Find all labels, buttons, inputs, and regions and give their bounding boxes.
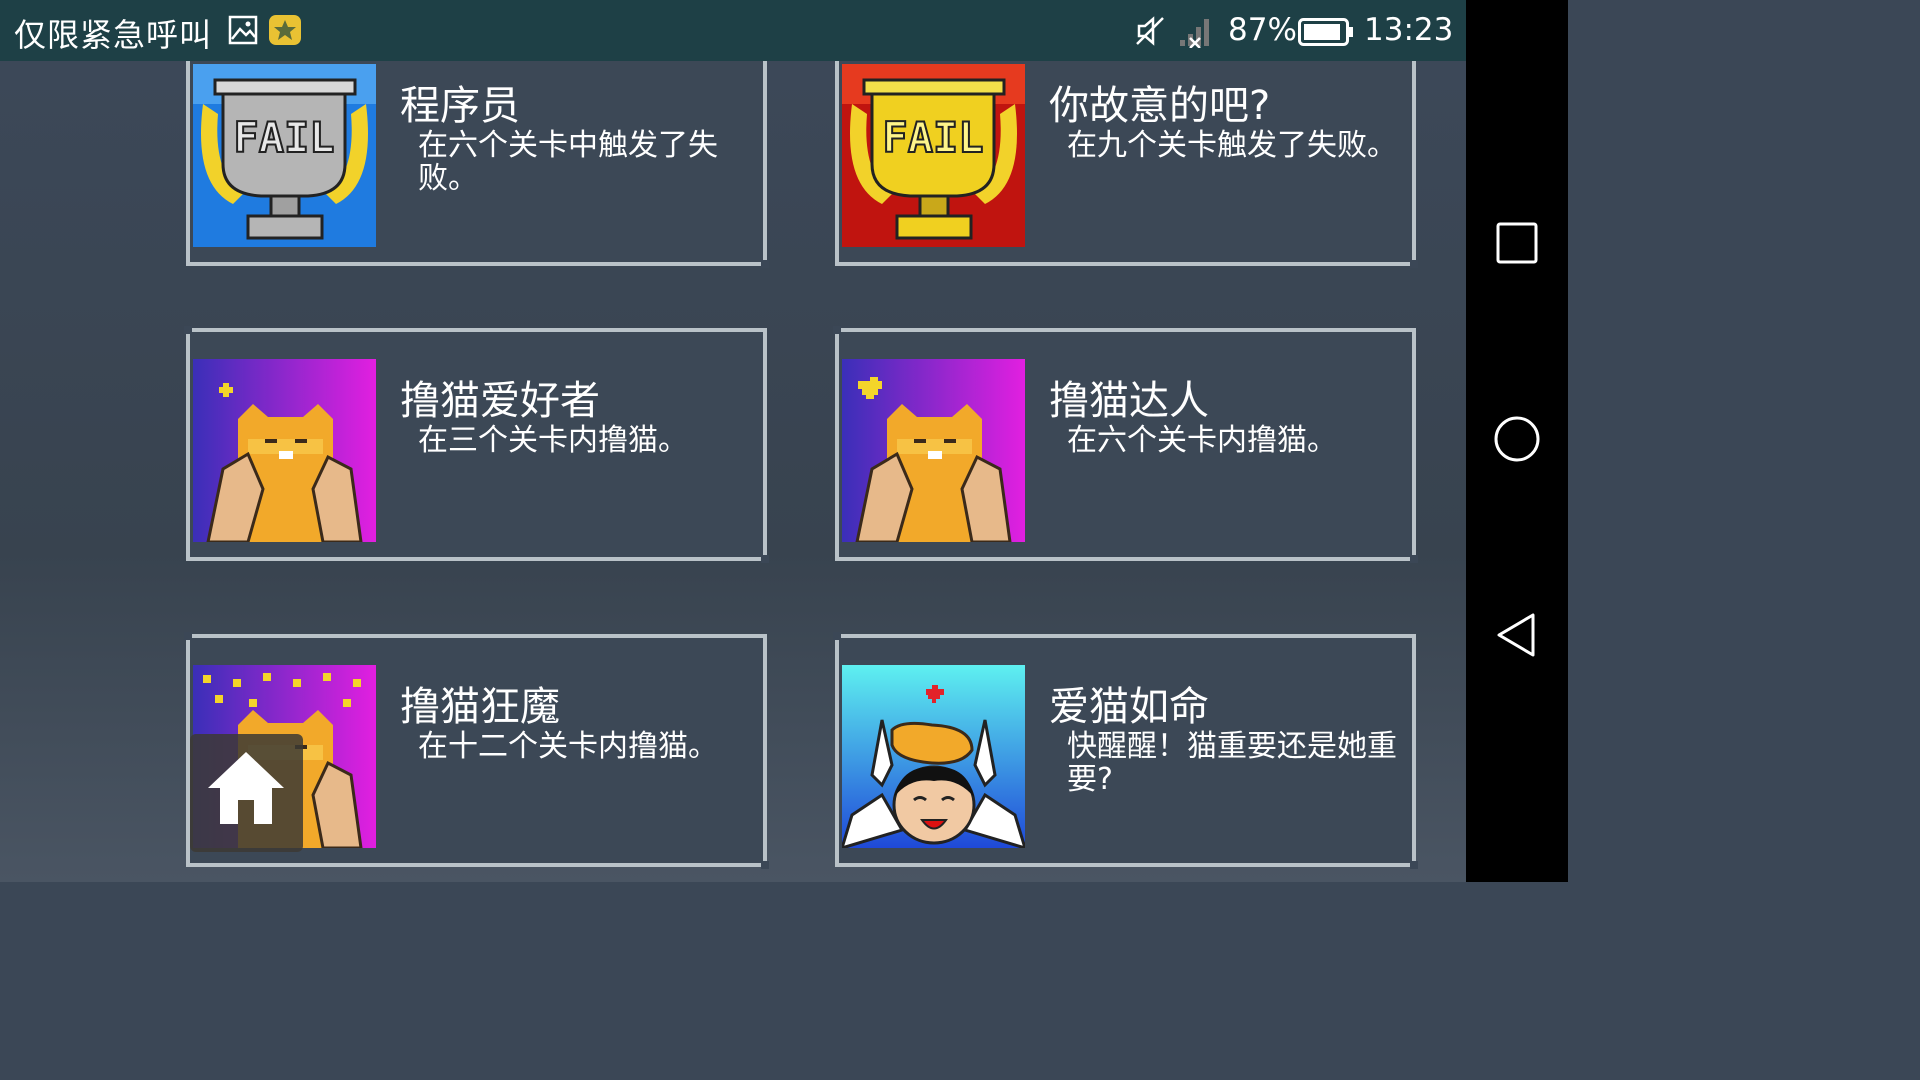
silver-fail-trophy-icon: FAIL xyxy=(193,64,376,247)
svg-text:FAIL: FAIL xyxy=(233,113,334,162)
home-nav-button[interactable] xyxy=(1486,410,1548,472)
svg-text:FAIL: FAIL xyxy=(882,113,983,162)
achievement-title: 撸猫狂魔 xyxy=(400,684,560,730)
battery-icon xyxy=(1298,18,1354,50)
no-signal-icon xyxy=(1176,14,1216,52)
back-triangle-icon xyxy=(1495,612,1539,662)
cat-petting-icon xyxy=(193,359,376,542)
achievement-title: 爱猫如命 xyxy=(1049,684,1209,730)
achievement-title: 程序员 xyxy=(400,83,520,129)
image-icon xyxy=(228,15,258,49)
achievement-card[interactable]: FAIL 你故意的吧? 在九个关卡触发了失败。 xyxy=(835,61,1418,268)
cat-on-head-icon xyxy=(842,665,1025,848)
mute-icon xyxy=(1133,14,1167,52)
achievement-description: 在九个关卡触发了失败。 xyxy=(1067,128,1397,163)
navigation-bar xyxy=(1466,0,1568,882)
home-circle-icon xyxy=(1493,415,1541,467)
achievement-description: 快醒醒！猫重要还是她重要? xyxy=(1067,729,1397,797)
back-button[interactable] xyxy=(1486,606,1548,668)
recents-button[interactable] xyxy=(1486,214,1548,276)
status-bar: 仅限紧急呼叫 87% 13:23 xyxy=(0,0,1466,61)
clock: 13:23 xyxy=(1364,12,1454,48)
home-icon xyxy=(204,748,288,832)
cat-petting-big-heart-icon xyxy=(842,359,1025,542)
achievement-card[interactable]: FAIL 程序员 在六个关卡中触发了失败。 xyxy=(186,61,769,268)
achievement-card[interactable]: 撸猫达人 在六个关卡内撸猫。 xyxy=(833,326,1418,563)
carrier-label: 仅限紧急呼叫 xyxy=(14,16,213,54)
achievement-title: 撸猫爱好者 xyxy=(400,378,600,424)
achievement-title: 撸猫达人 xyxy=(1049,378,1209,424)
achievement-description: 在十二个关卡内撸猫。 xyxy=(418,729,718,764)
achievement-description: 在三个关卡内撸猫。 xyxy=(418,423,688,458)
achievement-description: 在六个关卡内撸猫。 xyxy=(1067,423,1337,458)
star-badge-icon xyxy=(268,14,302,50)
achievement-card[interactable]: 爱猫如命 快醒醒！猫重要还是她重要? xyxy=(833,632,1418,869)
achievement-description: 在六个关卡中触发了失败。 xyxy=(418,128,718,196)
battery-percent: 87% xyxy=(1228,12,1297,48)
achievement-card[interactable]: 撸猫爱好者 在三个关卡内撸猫。 xyxy=(184,326,769,563)
recents-square-icon xyxy=(1496,222,1538,268)
gold-fail-trophy-icon: FAIL xyxy=(842,64,1025,247)
home-button[interactable] xyxy=(190,734,303,852)
achievement-title: 你故意的吧? xyxy=(1049,83,1271,129)
